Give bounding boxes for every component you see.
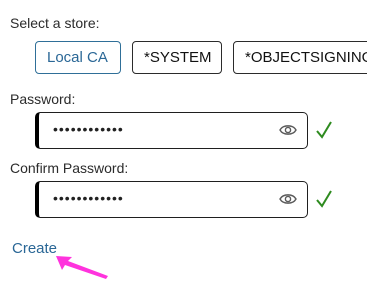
password-value: •••••••••••• <box>53 121 124 137</box>
create-button[interactable]: Create <box>12 240 57 257</box>
password-valid-checkmark-icon <box>316 121 332 139</box>
store-option-system[interactable]: *SYSTEM <box>132 41 222 74</box>
eye-icon[interactable] <box>279 192 297 206</box>
confirm-password-label: Confirm Password: <box>10 160 129 176</box>
confirm-password-input[interactable]: •••••••••••• <box>35 181 308 218</box>
eye-icon[interactable] <box>279 123 297 137</box>
create-keystore-form: Select a store: Local CA *SYSTEM *OBJECT… <box>0 0 367 288</box>
password-input[interactable]: •••••••••••• <box>35 112 308 149</box>
store-select-label: Select a store: <box>10 15 100 31</box>
confirm-password-value: •••••••••••• <box>53 190 124 206</box>
store-option-objectsigning[interactable]: *OBJECTSIGNING <box>233 41 367 74</box>
confirm-password-valid-checkmark-icon <box>316 190 332 208</box>
store-option-local-ca[interactable]: Local CA <box>35 41 121 74</box>
password-label: Password: <box>10 91 76 107</box>
pointer-arrow-icon <box>56 256 108 279</box>
